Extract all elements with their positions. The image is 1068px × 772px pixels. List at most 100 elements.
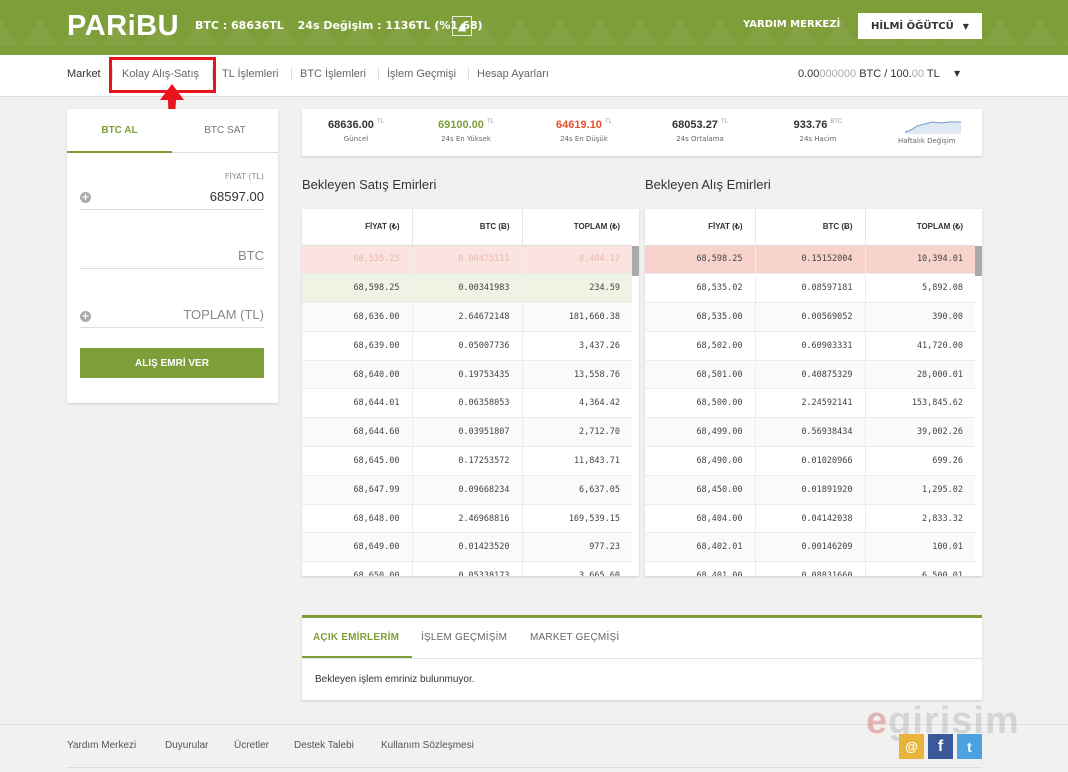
column-header[interactable]: TOPLAM (₺) (522, 209, 632, 246)
chevron-up-icon[interactable]: ▲ (452, 16, 472, 36)
table-cell: 699.26 (865, 446, 975, 476)
twitter-icon[interactable]: t (957, 734, 982, 759)
paribu-logo[interactable]: PARiBU (67, 10, 179, 43)
scrollbar-thumb[interactable] (632, 246, 639, 276)
table-row[interactable]: 68,402.01 0.00146209 100.01 (645, 532, 975, 563)
table-cell: 68,645.00 (302, 446, 413, 476)
table-cell: 68,639.00 (302, 331, 413, 361)
tab-btc-sell[interactable]: BTC SAT (172, 109, 278, 153)
stat-number: 68053.27 (672, 119, 718, 131)
table-cell: 390.00 (865, 302, 975, 332)
footer-link-announcements[interactable]: Duyurular (165, 740, 208, 751)
table-row[interactable]: 68,598.25 0.15152004 10,394.01 (645, 245, 975, 275)
table-cell: 68,650.00 (302, 561, 413, 576)
table-row[interactable]: 68,404.00 0.04142038 2,833.32 (645, 504, 975, 534)
price-input[interactable]: 68597.00 (210, 189, 264, 204)
stat-unit: TL (376, 119, 384, 126)
tab-market-history[interactable]: MARKET GEÇMİŞİ (530, 632, 619, 643)
total-input[interactable]: TOPLAM (TL) (183, 307, 264, 322)
table-row[interactable]: 68,598.25 0.00341983 234.59 (302, 273, 632, 304)
footer-link-terms[interactable]: Kullanım Sözleşmesi (381, 740, 474, 751)
table-row[interactable]: 68,490.00 0.01020966 699.26 (645, 446, 975, 476)
table-row[interactable]: 68,644.01 0.06358053 4,364.42 (302, 388, 632, 419)
balance-display[interactable]: 0.00000000 BTC / 100.00 TL (798, 68, 940, 80)
tab-btc-buy[interactable]: BTC AL (67, 109, 172, 153)
table-row[interactable]: 68,502.00 0.60903331 41,720.00 (645, 331, 975, 361)
table-cell: 0.03951807 (412, 417, 523, 448)
table-row[interactable]: 68,644.60 0.03951807 2,712.70 (302, 417, 632, 448)
nav-btc-transactions[interactable]: BTC İşlemleri (300, 68, 366, 80)
balance-btc-dim: 000000 (819, 68, 857, 80)
nav-market[interactable]: Market (67, 68, 101, 80)
plus-icon[interactable]: + (80, 311, 91, 322)
nav-divider (468, 68, 469, 81)
user-menu-button[interactable]: HİLMİ ÖĞÜTCÜ ▼ (858, 13, 982, 39)
plus-icon[interactable]: + (80, 192, 91, 203)
table-row[interactable]: 68,645.00 0.17253572 11,843.71 (302, 446, 632, 476)
watermark-e: e (866, 700, 889, 742)
place-buy-order-button[interactable]: ALIŞ EMRİ VER (80, 348, 264, 378)
table-row[interactable]: 68,535.02 0.08597181 5,892.08 (645, 273, 975, 304)
nav-tl-transactions[interactable]: TL İşlemleri (222, 68, 278, 80)
table-row[interactable]: 68,650.000.053381733,665.60 (302, 561, 632, 576)
balance-btc-main: 0.00 (798, 68, 820, 80)
table-cell: 977.23 (522, 532, 632, 563)
column-header[interactable]: FİYAT (₺) (302, 209, 413, 246)
scrollbar-thumb[interactable] (975, 246, 982, 276)
sell-order-book: FİYAT (₺) BTC (Ƀ) TOPLAM (₺) 68,535.25 0.… (302, 209, 639, 576)
footer-link-fees[interactable]: Ücretler (234, 740, 269, 751)
my-orders-panel: AÇIK EMİRLERİM İŞLEM GEÇMİŞİM MARKET GEÇ… (302, 615, 982, 700)
table-cell: 39,002.26 (865, 417, 975, 448)
footer-link-help[interactable]: Yardım Merkezi (67, 740, 136, 751)
table-cell: 68,402.01 (645, 532, 756, 563)
stat-value: 69100.00 TL (426, 119, 506, 131)
table-cell: 2.46968816 (412, 504, 523, 534)
tab-open-orders[interactable]: AÇIK EMİRLERİM (313, 632, 399, 643)
column-header[interactable]: TOPLAM (₺) (865, 209, 975, 246)
sell-orders-title: Bekleyen Satış Emirleri (302, 177, 437, 192)
table-cell: 68,535.02 (645, 273, 756, 304)
table-row[interactable]: 68,640.00 0.19753435 13,558.76 (302, 360, 632, 390)
email-icon[interactable]: @ (899, 734, 924, 759)
table-cell: 0.00341983 (412, 273, 523, 304)
weekly-change-sparkline[interactable] (905, 118, 961, 134)
table-cell: 10,394.01 (865, 245, 975, 275)
table-row[interactable]: 68,450.00 0.01891920 1,295.02 (645, 475, 975, 505)
column-header[interactable]: FİYAT (₺) (645, 209, 756, 246)
table-cell: 68,647.99 (302, 475, 413, 505)
table-cell: 1,295.02 (865, 475, 975, 505)
stat-value: 64619.10 TL (544, 119, 624, 131)
nav-account-settings[interactable]: Hesap Ayarları (477, 68, 549, 80)
nav-divider (291, 68, 292, 81)
tab-my-trade-history[interactable]: İŞLEM GEÇMİŞİM (421, 632, 507, 643)
table-row[interactable]: 68,647.99 0.09668234 6,637.05 (302, 475, 632, 505)
stat-label: 24s Ortalama (676, 135, 724, 143)
footer-link-support[interactable]: Destek Talebi (294, 740, 354, 751)
column-header[interactable]: BTC (Ƀ) (755, 209, 866, 246)
user-name: HİLMİ ÖĞÜTCÜ (871, 20, 954, 32)
table-row[interactable]: 68,499.00 0.56938434 39,002.26 (645, 417, 975, 448)
nav-trade-history[interactable]: İşlem Geçmişi (387, 68, 456, 80)
table-cell: 68,649.00 (302, 532, 413, 563)
column-header[interactable]: BTC (Ƀ) (412, 209, 523, 246)
table-row[interactable]: 68,535.00 0.00569052 390.00 (645, 302, 975, 332)
btc-amount-input[interactable]: BTC (238, 248, 264, 263)
table-cell: 11,843.71 (522, 446, 632, 476)
table-row[interactable]: 68,639.00 0.05007736 3,437.26 (302, 331, 632, 361)
table-cell: 2,833.32 (865, 504, 975, 534)
table-row[interactable]: 68,401.000.088316606,500.01 (645, 561, 975, 576)
caret-down-icon[interactable]: ▼ (954, 69, 960, 78)
nav-divider (378, 68, 379, 81)
trade-panel: BTC AL BTC SAT FİYAT (TL) + 68597.00 BTC… (67, 109, 278, 403)
help-center-link[interactable]: YARDIM MERKEZİ (743, 19, 840, 30)
facebook-icon[interactable]: f (928, 734, 953, 759)
stat-current: 68636.00 TL Güncel (316, 119, 396, 143)
table-row[interactable]: 68,500.00 2.24592141 153,845.62 (645, 388, 975, 419)
table-row[interactable]: 68,535.25 0.00475111 8,404.17 (302, 245, 632, 275)
table-row[interactable]: 68,501.00 0.40875329 28,000.01 (645, 360, 975, 390)
table-cell: 0.09668234 (412, 475, 523, 505)
table-row[interactable]: 68,648.00 2.46968816 169,539.15 (302, 504, 632, 534)
table-cell: 68,535.25 (302, 245, 413, 275)
table-row[interactable]: 68,636.00 2.64672148 181,660.38 (302, 302, 632, 332)
table-row[interactable]: 68,649.00 0.01423520 977.23 (302, 532, 632, 563)
